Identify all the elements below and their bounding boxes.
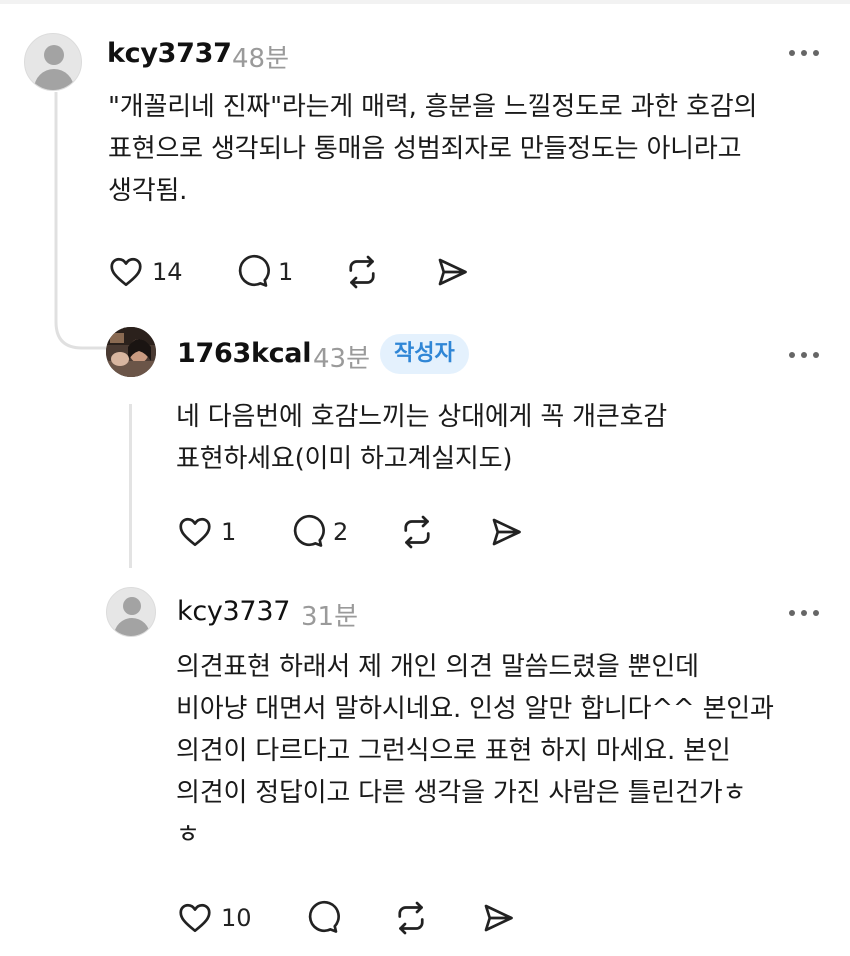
reply-thread-line bbox=[129, 404, 132, 568]
reply-button[interactable] bbox=[304, 898, 340, 938]
heart-icon bbox=[179, 903, 211, 933]
like-button[interactable]: 1 bbox=[177, 512, 236, 552]
repost-icon bbox=[404, 515, 430, 549]
share-button[interactable] bbox=[488, 512, 524, 552]
like-button[interactable]: 14 bbox=[108, 252, 183, 292]
profile-photo bbox=[106, 327, 156, 377]
timestamp: 43분 bbox=[313, 344, 371, 374]
repost-button[interactable] bbox=[399, 512, 435, 552]
heart-icon bbox=[179, 517, 211, 547]
share-button[interactable] bbox=[434, 252, 470, 292]
reply-button[interactable]: 2 bbox=[289, 512, 348, 552]
more-icon[interactable] bbox=[787, 48, 821, 58]
comment-text: 네 다음번에 호감느끼는 상대에게 꼭 개큰호감 표현하세요(이미 하고계실지도… bbox=[176, 402, 668, 474]
send-icon bbox=[484, 904, 513, 932]
action-bar: 1 2 bbox=[177, 512, 577, 552]
like-button[interactable]: 10 bbox=[177, 898, 252, 938]
action-bar: 10 bbox=[177, 898, 577, 938]
like-count: 14 bbox=[152, 258, 183, 286]
username[interactable]: kcy3737 bbox=[177, 596, 290, 627]
repost-button[interactable] bbox=[393, 898, 429, 938]
reply-count: 2 bbox=[333, 518, 349, 546]
heart-icon bbox=[110, 257, 142, 287]
comment-icon bbox=[308, 900, 340, 933]
more-icon[interactable] bbox=[787, 350, 821, 360]
reply-count: 1 bbox=[278, 258, 294, 286]
comment-icon bbox=[238, 254, 270, 287]
more-icon[interactable] bbox=[787, 608, 821, 618]
reply-button[interactable]: 1 bbox=[234, 252, 293, 292]
action-bar: 14 1 bbox=[108, 252, 508, 292]
username[interactable]: 1763kcal bbox=[177, 338, 311, 369]
author-badge: 작성자 bbox=[380, 334, 469, 374]
avatar[interactable] bbox=[24, 33, 82, 91]
top-divider bbox=[0, 0, 850, 4]
comment-icon bbox=[293, 514, 325, 547]
like-count: 10 bbox=[221, 904, 252, 932]
repost-icon bbox=[398, 901, 424, 935]
comment-text: 의견표현 하래서 제 개인 의견 말씀드렸을 뿐인데 비아냥 대면서 말하시네요… bbox=[176, 652, 774, 850]
like-count: 1 bbox=[221, 518, 237, 546]
repost-button[interactable] bbox=[344, 252, 380, 292]
repost-icon bbox=[349, 255, 375, 289]
username[interactable]: kcy3737 bbox=[107, 38, 232, 69]
comment-text: "개꼴리네 진짜"라는게 매력, 흥분을 느낄정도로 과한 호감의 표현으로 생… bbox=[108, 92, 758, 206]
timestamp: 48분 bbox=[232, 44, 290, 74]
send-icon bbox=[438, 258, 467, 286]
timestamp: 31분 bbox=[301, 602, 359, 632]
share-button[interactable] bbox=[480, 898, 516, 938]
avatar[interactable] bbox=[106, 587, 156, 637]
send-icon bbox=[492, 518, 521, 546]
avatar[interactable] bbox=[106, 327, 156, 377]
